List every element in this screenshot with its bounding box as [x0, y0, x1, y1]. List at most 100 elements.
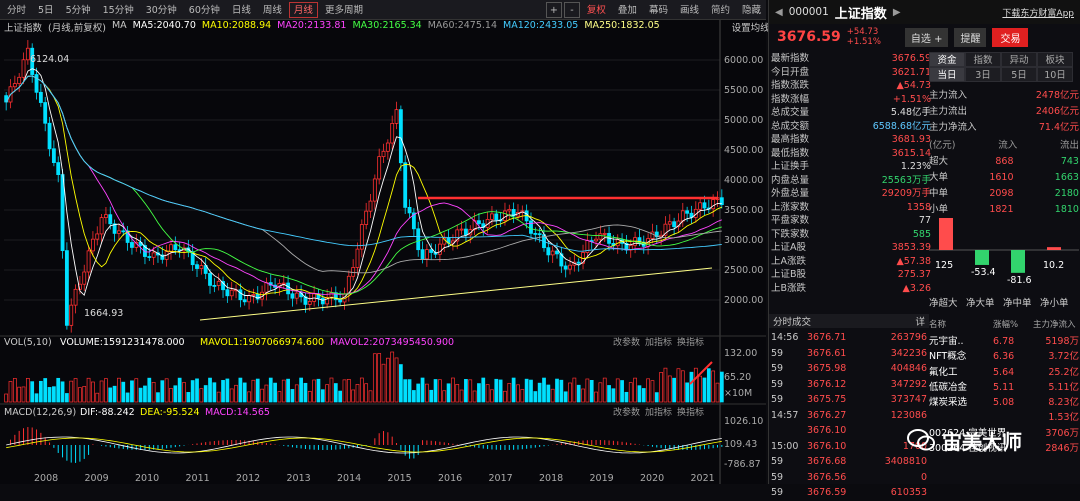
toolbar-ctrl-2[interactable]: 复权: [582, 2, 611, 18]
candle-body-49: [216, 281, 221, 286]
tick-time: 59: [771, 456, 784, 467]
stat-label: 平盘家数: [771, 215, 810, 226]
flow-row: 主力净流入 71.4亿元: [929, 120, 1079, 136]
macd-value: MACD:14.565: [205, 407, 270, 418]
vol-bar-6: [30, 381, 35, 403]
vol-bar-135: [589, 379, 594, 403]
period-tab-0[interactable]: 分时: [2, 2, 31, 18]
toolbar-ctrl-4[interactable]: 幕码: [644, 2, 673, 18]
plate-flow: 5198万: [1045, 336, 1079, 347]
period-tab-1[interactable]: 5日: [33, 2, 59, 18]
stat-label: 外盘总量: [771, 188, 810, 199]
stat-label: 下跌家数: [771, 228, 810, 240]
flow-size-table: (亿元) 流入 流出 超大 868 743 大单 1610 1663 中单 2098 2180 小单 18…: [929, 138, 1079, 218]
toolbar-ctrl-3[interactable]: 叠加: [613, 2, 642, 18]
vol-bar-164: [715, 382, 720, 403]
plate-pct: 5.08: [993, 397, 1015, 409]
remind-button[interactable]: 提醒: [954, 27, 987, 47]
candle-body-106: [464, 228, 468, 236]
candle-body-137: [598, 233, 603, 240]
vol-label: VOL(5,10): [4, 337, 52, 348]
stat-label: 今日开盘: [771, 66, 810, 78]
download-link[interactable]: 下载东方财富App: [1002, 6, 1074, 19]
toolbar-ctrl-7[interactable]: 隐藏: [737, 2, 766, 18]
candle-body-113: [494, 213, 499, 221]
flow-period-3[interactable]: 10日: [1037, 67, 1073, 82]
flow-period-0[interactable]: 当日: [929, 67, 965, 82]
vol-bar-55: [242, 382, 247, 403]
ticks-detail-button[interactable]: 详: [915, 314, 925, 328]
period-tab-8[interactable]: 月线: [288, 1, 318, 18]
flow-period-2[interactable]: 5日: [1001, 67, 1037, 82]
vol-bar-78: [342, 379, 347, 403]
stat-value: 1.23%: [900, 161, 931, 172]
stat-value: +1.51%: [892, 93, 931, 105]
candle-body-14: [64, 250, 69, 326]
toolbar-ctrl-1[interactable]: -: [563, 1, 580, 18]
ma-label-1: MA5:2040.70: [132, 20, 196, 31]
vol-bar-8: [38, 380, 43, 403]
period-tab-9[interactable]: 更多周期: [320, 2, 368, 18]
stat-row: 最低指数 3615.14: [771, 147, 931, 161]
period-tab-6[interactable]: 日线: [227, 2, 256, 18]
add-watchlist-button[interactable]: 自选 +: [904, 27, 949, 47]
period-tab-7[interactable]: 周线: [258, 2, 287, 18]
flow-size-row: 中单 2098 2180: [929, 186, 1079, 202]
vol-bar-157: [685, 382, 690, 403]
candle-body-138: [602, 233, 607, 235]
vol-bar-155: [676, 368, 681, 403]
period-tab-3[interactable]: 15分钟: [98, 2, 139, 18]
toolbar-ctrl-5[interactable]: 画线: [675, 2, 704, 18]
flow-tab-1[interactable]: 指数: [965, 52, 1001, 67]
candle-body-163: [711, 199, 716, 210]
vol-bar-88: [385, 357, 390, 403]
vol-bar-109: [477, 383, 481, 403]
vol-bar-22: [99, 380, 104, 403]
trade-button[interactable]: 交易: [992, 27, 1029, 47]
vol-bar-131: [572, 377, 577, 403]
candle-body-65: [286, 282, 291, 295]
next-arrow-icon[interactable]: ▶: [893, 7, 901, 18]
tick-time: 59: [771, 471, 784, 483]
candle-body-27: [121, 230, 126, 233]
stat-value: 3615.14: [891, 147, 931, 159]
stat-value: 5.48亿手: [890, 107, 931, 118]
flow-period-1[interactable]: 3日: [965, 67, 1001, 82]
quote-change: +54.73: [846, 27, 879, 37]
vol-bar-58: [255, 378, 260, 403]
ma-setting-button[interactable]: 设置均线: [732, 20, 770, 34]
vol-bar-15: [69, 380, 74, 403]
quote-panel: ◀ 000001 上证指数 ▶ 下载东方财富App 3676.59 +54.73…: [768, 0, 1080, 498]
tick-price: 3676.10: [807, 425, 847, 436]
toolbar-ctrl-6[interactable]: 简约: [706, 2, 735, 18]
candle-body-132: [576, 261, 581, 264]
flow-tab-3[interactable]: 板块: [1037, 52, 1073, 67]
candle-body-83: [364, 210, 369, 225]
toolbar-ctrl-0[interactable]: +: [545, 1, 562, 18]
flow-tab-2[interactable]: 异动: [1001, 52, 1037, 67]
kline-chart-area[interactable]: 6000.00 5500.00 5000.00 4500.00 4000.00 3500.…: [0, 20, 766, 484]
period-tab-5[interactable]: 60分钟: [184, 2, 225, 18]
macd-link-1: 加指标: [645, 406, 672, 418]
period-tab-2[interactable]: 5分钟: [61, 2, 96, 18]
macd-y-0: 1026.10: [724, 416, 763, 427]
plate-head-2: 主力净流入: [1033, 320, 1076, 330]
period-tab-4[interactable]: 30分钟: [141, 2, 182, 18]
stat-value: 3853.39: [891, 242, 931, 253]
macd-y-2: -786.87: [724, 459, 761, 470]
stat-value: 6588.68亿元: [872, 120, 931, 132]
vol-bar-121: [529, 379, 533, 403]
vol-bar-14: [65, 393, 69, 403]
flow-tab-0[interactable]: 资金: [929, 52, 965, 67]
prev-arrow-icon[interactable]: ◀: [775, 7, 783, 18]
tick-time: 59: [771, 363, 784, 374]
candle-body-16: [73, 288, 78, 306]
vol-bar-61: [268, 377, 273, 403]
vol-bar-56: [247, 391, 251, 403]
macd-link-0: 改参数: [613, 406, 640, 418]
vol-bar-112: [490, 389, 494, 403]
vol-bar-11: [52, 386, 56, 403]
ma-label-2: MA10:2088.94: [201, 20, 272, 31]
size-out: 1810: [1054, 204, 1079, 215]
quote-name: 上证指数: [834, 6, 887, 22]
